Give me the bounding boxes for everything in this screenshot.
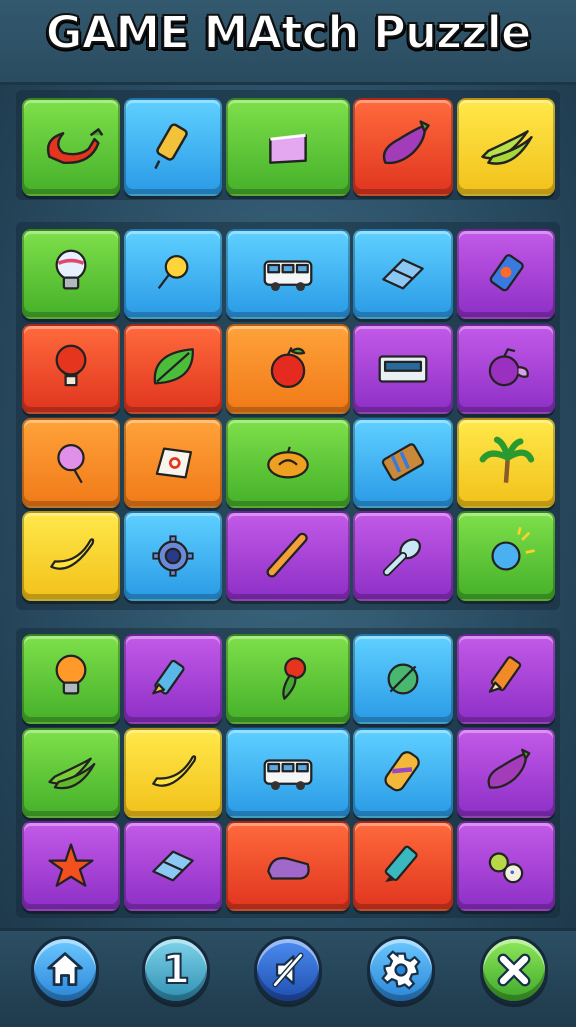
cookie-icon [488, 852, 524, 884]
green-banana-icon [48, 757, 96, 790]
pepper-icon [282, 657, 307, 700]
middle-row-1-tile-4[interactable] [353, 229, 453, 319]
middle-row-1-tile-1[interactable] [22, 229, 120, 319]
middle-row-1-tile-3[interactable] [226, 229, 350, 319]
spoon-icon [382, 538, 422, 577]
middle-row-2-tile-5[interactable] [457, 324, 555, 414]
van-icon [263, 759, 313, 791]
golden-toy-icon [154, 123, 188, 170]
purple-apple-icon [488, 348, 529, 387]
middle-row-3-tile-3[interactable] [226, 418, 350, 508]
home-icon [47, 952, 83, 986]
home-button[interactable] [31, 936, 99, 1004]
middle-row-3-tile-5[interactable] [457, 418, 555, 508]
banana-bunch-icon [481, 130, 533, 165]
chili-pepper-icon [46, 128, 104, 165]
compass-icon [387, 663, 419, 695]
bottom-row-2-tile-5[interactable] [457, 728, 555, 818]
corn-pin-icon [157, 254, 189, 290]
title-bar: GAME MAtch Puzzle [0, 0, 576, 85]
bottom-row-3-tile-5[interactable] [457, 821, 555, 911]
top-row-tile-2[interactable] [124, 98, 222, 196]
apple-icon [270, 346, 306, 389]
middle-row-2-tile-2[interactable] [124, 324, 222, 414]
lightbulb-icon [55, 249, 87, 290]
leaf-icon [153, 348, 194, 385]
banana-icon [152, 755, 197, 787]
sound-toggle-button[interactable] [254, 936, 322, 1004]
bottom-row-3-tile-3[interactable] [226, 821, 350, 911]
bottom-row-1-tile-3[interactable] [226, 634, 350, 724]
baton-icon [266, 532, 308, 578]
middle-row-2-tile-3[interactable] [226, 324, 350, 414]
starfish-icon [48, 843, 94, 887]
bottom-row-2-tile-3[interactable] [226, 728, 350, 818]
close-icon [497, 953, 531, 987]
bottom-row-1-tile-4[interactable] [353, 634, 453, 724]
eggplant-icon [382, 120, 430, 165]
sound-off-icon [272, 952, 304, 988]
middle-row-3-tile-4[interactable] [353, 418, 453, 508]
bottom-row-2-tile-2[interactable] [124, 728, 222, 818]
shoe-icon [267, 857, 310, 880]
soda-can-icon [489, 254, 524, 292]
top-row-tile-5[interactable] [457, 98, 555, 196]
top-row-tile-1[interactable] [22, 98, 120, 196]
level-number: 1 [161, 946, 191, 994]
gear-icon [152, 535, 194, 577]
bottom-row-3-tile-4[interactable] [353, 821, 453, 911]
bottom-row-3-tile-2[interactable] [124, 821, 222, 911]
gear-icon [381, 950, 421, 990]
cotton-candy-icon [57, 443, 85, 484]
orange-crayon-icon [488, 656, 522, 693]
radio-icon [378, 355, 428, 383]
palm-tree-icon [479, 436, 535, 483]
middle-row-4-tile-5[interactable] [457, 511, 555, 601]
eggplant-icon [487, 748, 531, 789]
middle-row-4-tile-4[interactable] [353, 511, 453, 601]
close-button[interactable] [480, 936, 548, 1004]
middle-row-1-tile-5[interactable] [457, 229, 555, 319]
bottom-row-2-tile-4[interactable] [353, 728, 453, 818]
bottom-row-2-tile-1[interactable] [22, 728, 120, 818]
middle-row-2-tile-4[interactable] [353, 324, 453, 414]
crayon-icon [152, 659, 185, 695]
middle-row-2-tile-1[interactable] [22, 324, 120, 414]
bottom-row-1-tile-5[interactable] [457, 634, 555, 724]
middle-row-1-tile-2[interactable] [124, 229, 222, 319]
settings-button[interactable] [367, 936, 435, 1004]
middle-row-3-tile-1[interactable] [22, 418, 120, 508]
marker-icon [384, 845, 418, 883]
bottom-row-3-tile-1[interactable] [22, 821, 120, 911]
toy-box-icon [381, 443, 425, 481]
striped-cylinder-icon [384, 751, 420, 792]
bottom-row-1-tile-1[interactable] [22, 634, 120, 724]
tag-icon [155, 447, 193, 479]
planet-icon [491, 527, 535, 571]
pumpkin-icon [267, 446, 309, 479]
eraser-icon [152, 850, 194, 882]
pink-crate-icon [269, 133, 307, 164]
level-button[interactable]: 1 [142, 936, 210, 1004]
banana-icon [50, 538, 95, 570]
top-row-tile-3[interactable] [226, 98, 350, 196]
van-icon [263, 260, 313, 292]
hot-air-balloon-icon [55, 344, 87, 387]
middle-row-4-tile-1[interactable] [22, 511, 120, 601]
eraser-icon [382, 258, 424, 290]
game-title: GAME MAtch Puzzle [45, 5, 533, 60]
bottom-row-1-tile-2[interactable] [124, 634, 222, 724]
middle-row-4-tile-3[interactable] [226, 511, 350, 601]
top-row-tile-4[interactable] [353, 98, 453, 196]
middle-row-3-tile-2[interactable] [124, 418, 222, 508]
middle-row-4-tile-2[interactable] [124, 511, 222, 601]
orange-bulb-icon [55, 654, 87, 695]
